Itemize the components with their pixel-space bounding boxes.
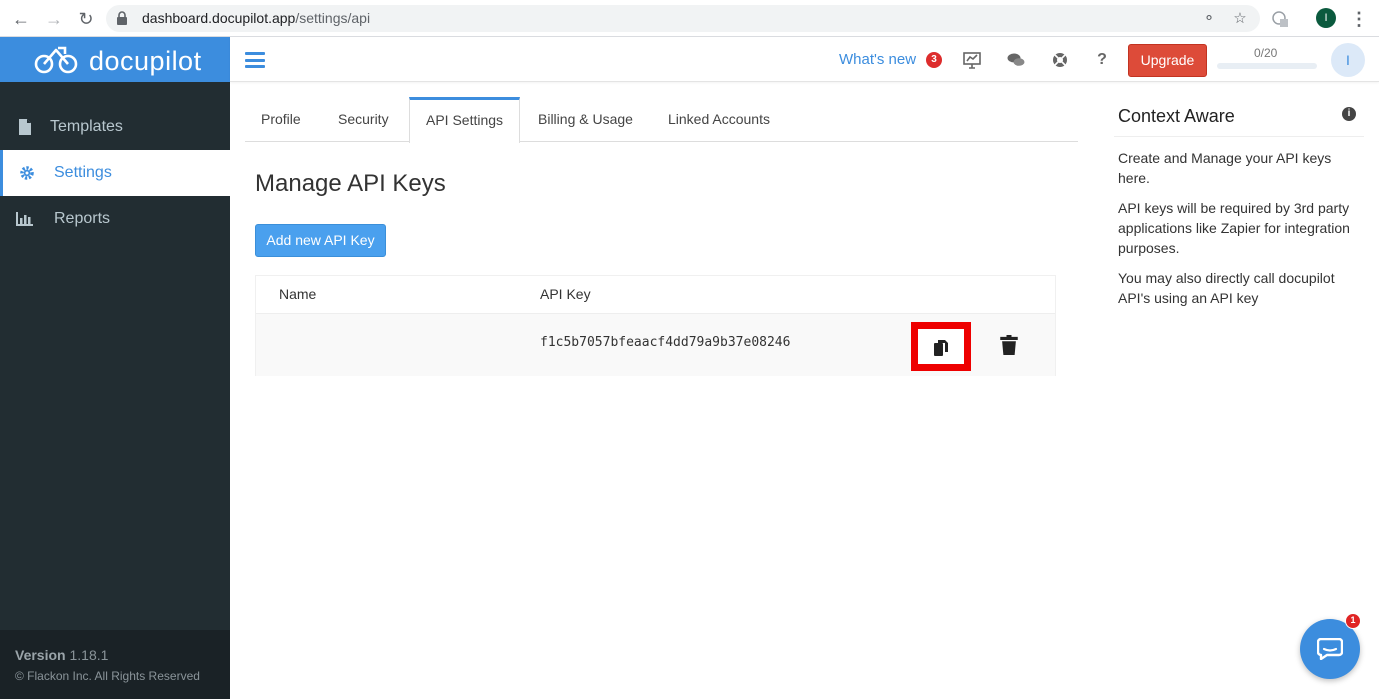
help-icon[interactable]: ? xyxy=(1092,50,1112,70)
forward-icon[interactable]: → xyxy=(44,9,64,29)
support-lifebuoy-icon[interactable] xyxy=(1050,50,1070,70)
file-icon xyxy=(19,119,31,135)
divider xyxy=(1114,136,1364,137)
user-avatar[interactable]: I xyxy=(1331,43,1365,77)
brand-name: docupilot xyxy=(89,46,202,76)
browser-menu-icon[interactable]: ⋮ xyxy=(1350,9,1368,29)
context-title: Context Aware xyxy=(1118,106,1235,126)
reload-icon[interactable]: ↻ xyxy=(76,9,96,29)
sidebar-footer: Version 1.18.1 © Flackon Inc. All Rights… xyxy=(0,630,230,699)
tab-security[interactable]: Security xyxy=(322,97,405,142)
sidebar-item-label: Templates xyxy=(50,118,123,135)
info-icon[interactable]: i xyxy=(1342,107,1356,121)
usage-count: 0/20 xyxy=(1254,46,1278,60)
chat-unread-badge: 1 xyxy=(1345,613,1361,629)
api-keys-table: Name API Key f1c5b7057bfeaacf4dd79a9b37e… xyxy=(255,275,1056,376)
back-icon[interactable]: ← xyxy=(11,9,31,29)
sidebar-item-label: Reports xyxy=(54,210,111,227)
column-header-name: Name xyxy=(279,286,317,302)
bar-chart-icon xyxy=(16,212,33,226)
hamburger-menu-icon[interactable] xyxy=(245,52,265,68)
url-text: dashboard.docupilot.app/settings/api xyxy=(142,10,371,26)
browser-toolbar: ← → ↻ dashboard.docupilot.app/settings/a… xyxy=(0,0,1379,37)
trash-icon[interactable] xyxy=(1000,335,1018,355)
presentation-chart-icon[interactable] xyxy=(962,50,982,70)
extension-icon[interactable] xyxy=(1270,9,1290,29)
copy-key-button[interactable] xyxy=(911,322,971,371)
column-header-api-key: API Key xyxy=(540,286,591,302)
usage-progress-bar xyxy=(1217,63,1317,69)
sidebar-item-reports[interactable]: Reports xyxy=(0,196,230,242)
whats-new-link[interactable]: What's new xyxy=(839,51,916,68)
upgrade-button[interactable]: Upgrade xyxy=(1128,44,1207,77)
tab-linked-accounts[interactable]: Linked Accounts xyxy=(652,97,786,142)
tab-billing-usage[interactable]: Billing & Usage xyxy=(522,97,649,142)
tab-profile[interactable]: Profile xyxy=(245,97,317,142)
gear-icon xyxy=(20,166,34,180)
copy-icon xyxy=(934,340,948,356)
add-api-key-button[interactable]: Add new API Key xyxy=(255,224,386,257)
copyright-text: © Flackon Inc. All Rights Reserved xyxy=(15,669,200,683)
api-key-value: f1c5b7057bfeaacf4dd79a9b37e08246 xyxy=(540,335,791,350)
whats-new-badge: 3 xyxy=(926,52,942,68)
context-paragraph: Create and Manage your API keys here. xyxy=(1118,150,1332,186)
docupilot-logo-icon xyxy=(34,46,78,74)
sidebar: docupilot Templates Settings Reports Ver… xyxy=(0,37,230,699)
context-paragraph: You may also directly call docupilot API… xyxy=(1118,270,1335,306)
chat-icon[interactable] xyxy=(1006,50,1026,70)
brand-header[interactable]: docupilot xyxy=(0,37,230,82)
key-icon[interactable]: ⚬ xyxy=(1200,10,1218,28)
chat-bubble-icon xyxy=(1317,638,1343,660)
sidebar-item-label: Settings xyxy=(54,164,112,181)
version-text: Version 1.18.1 xyxy=(15,647,109,663)
address-bar[interactable]: dashboard.docupilot.app/settings/api ⚬ ☆ xyxy=(106,5,1260,32)
sidebar-item-templates[interactable]: Templates xyxy=(0,104,230,150)
tab-api-settings[interactable]: API Settings xyxy=(409,97,521,143)
sidebar-item-settings[interactable]: Settings xyxy=(0,150,230,196)
settings-tabs: Profile Security API Settings Billing & … xyxy=(245,97,1078,143)
page-title: Manage API Keys xyxy=(255,170,446,197)
lock-icon xyxy=(117,11,127,25)
top-navbar: What's new 3 ? Upgrade 0/20 I xyxy=(230,37,1379,82)
table-row: f1c5b7057bfeaacf4dd79a9b37e08246 xyxy=(256,313,1055,376)
context-paragraph: API keys will be required by 3rd party a… xyxy=(1118,200,1350,256)
browser-profile-avatar[interactable]: I xyxy=(1316,8,1336,28)
star-icon[interactable]: ☆ xyxy=(1231,10,1249,28)
